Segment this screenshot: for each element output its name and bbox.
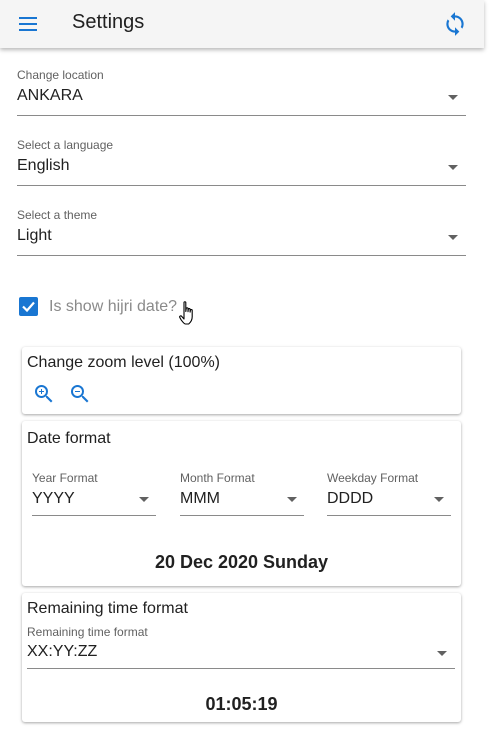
month-format-value: MMM [180, 490, 220, 507]
year-format-label: Year Format [32, 471, 98, 485]
year-format-select[interactable]: Year Format YYYY [32, 471, 156, 516]
menu-icon[interactable] [16, 12, 40, 36]
page-title: Settings [72, 11, 145, 33]
zoom-in-icon[interactable] [32, 382, 56, 406]
language-value: English [17, 157, 70, 174]
date-format-card: Date format Year Format YYYY Month Forma… [22, 421, 461, 586]
chevron-down-icon [448, 235, 458, 240]
month-format-select[interactable]: Month Format MMM [180, 471, 304, 516]
app-bar: Settings [0, 0, 484, 48]
month-format-label: Month Format [180, 471, 255, 485]
zoom-title: Change zoom level (100%) [27, 354, 220, 371]
zoom-card: Change zoom level (100%) [22, 347, 461, 414]
weekday-format-label: Weekday Format [327, 471, 419, 485]
location-value: ANKARA [17, 87, 83, 104]
theme-value: Light [17, 227, 52, 244]
chevron-down-icon [139, 497, 149, 502]
remaining-time-card: Remaining time format Remaining time for… [22, 593, 461, 722]
weekday-format-select[interactable]: Weekday Format DDDD [327, 471, 451, 516]
theme-select[interactable]: Select a theme Light [17, 208, 466, 256]
chevron-down-icon [287, 497, 297, 502]
hand-cursor-icon [176, 300, 200, 328]
chevron-down-icon [448, 95, 458, 100]
remaining-time-preview: 01:05:19 [205, 694, 278, 714]
hijri-date-checkbox[interactable] [19, 297, 38, 316]
location-label: Change location [17, 68, 104, 82]
refresh-icon[interactable] [442, 11, 468, 37]
scrollbar[interactable] [484, 0, 500, 746]
remaining-time-select[interactable]: Remaining time format XX:YY:ZZ [27, 625, 455, 669]
weekday-format-value: DDDD [327, 490, 374, 507]
date-preview: 20 Dec 2020 Sunday [154, 552, 329, 572]
remaining-time-title: Remaining time format [27, 600, 188, 617]
theme-label: Select a theme [17, 208, 98, 222]
date-format-title: Date format [27, 430, 111, 447]
year-format-value: YYYY [32, 490, 75, 507]
language-select[interactable]: Select a language English [17, 138, 466, 186]
chevron-down-icon [434, 497, 444, 502]
remaining-time-label: Remaining time format [27, 625, 148, 639]
chevron-down-icon [437, 651, 447, 656]
zoom-out-icon[interactable] [68, 382, 92, 406]
location-select[interactable]: Change location ANKARA [17, 68, 466, 116]
chevron-down-icon [448, 165, 458, 170]
hijri-date-label[interactable]: Is show hijri date? [49, 298, 177, 316]
remaining-time-value: XX:YY:ZZ [27, 643, 98, 660]
language-label: Select a language [17, 138, 114, 152]
